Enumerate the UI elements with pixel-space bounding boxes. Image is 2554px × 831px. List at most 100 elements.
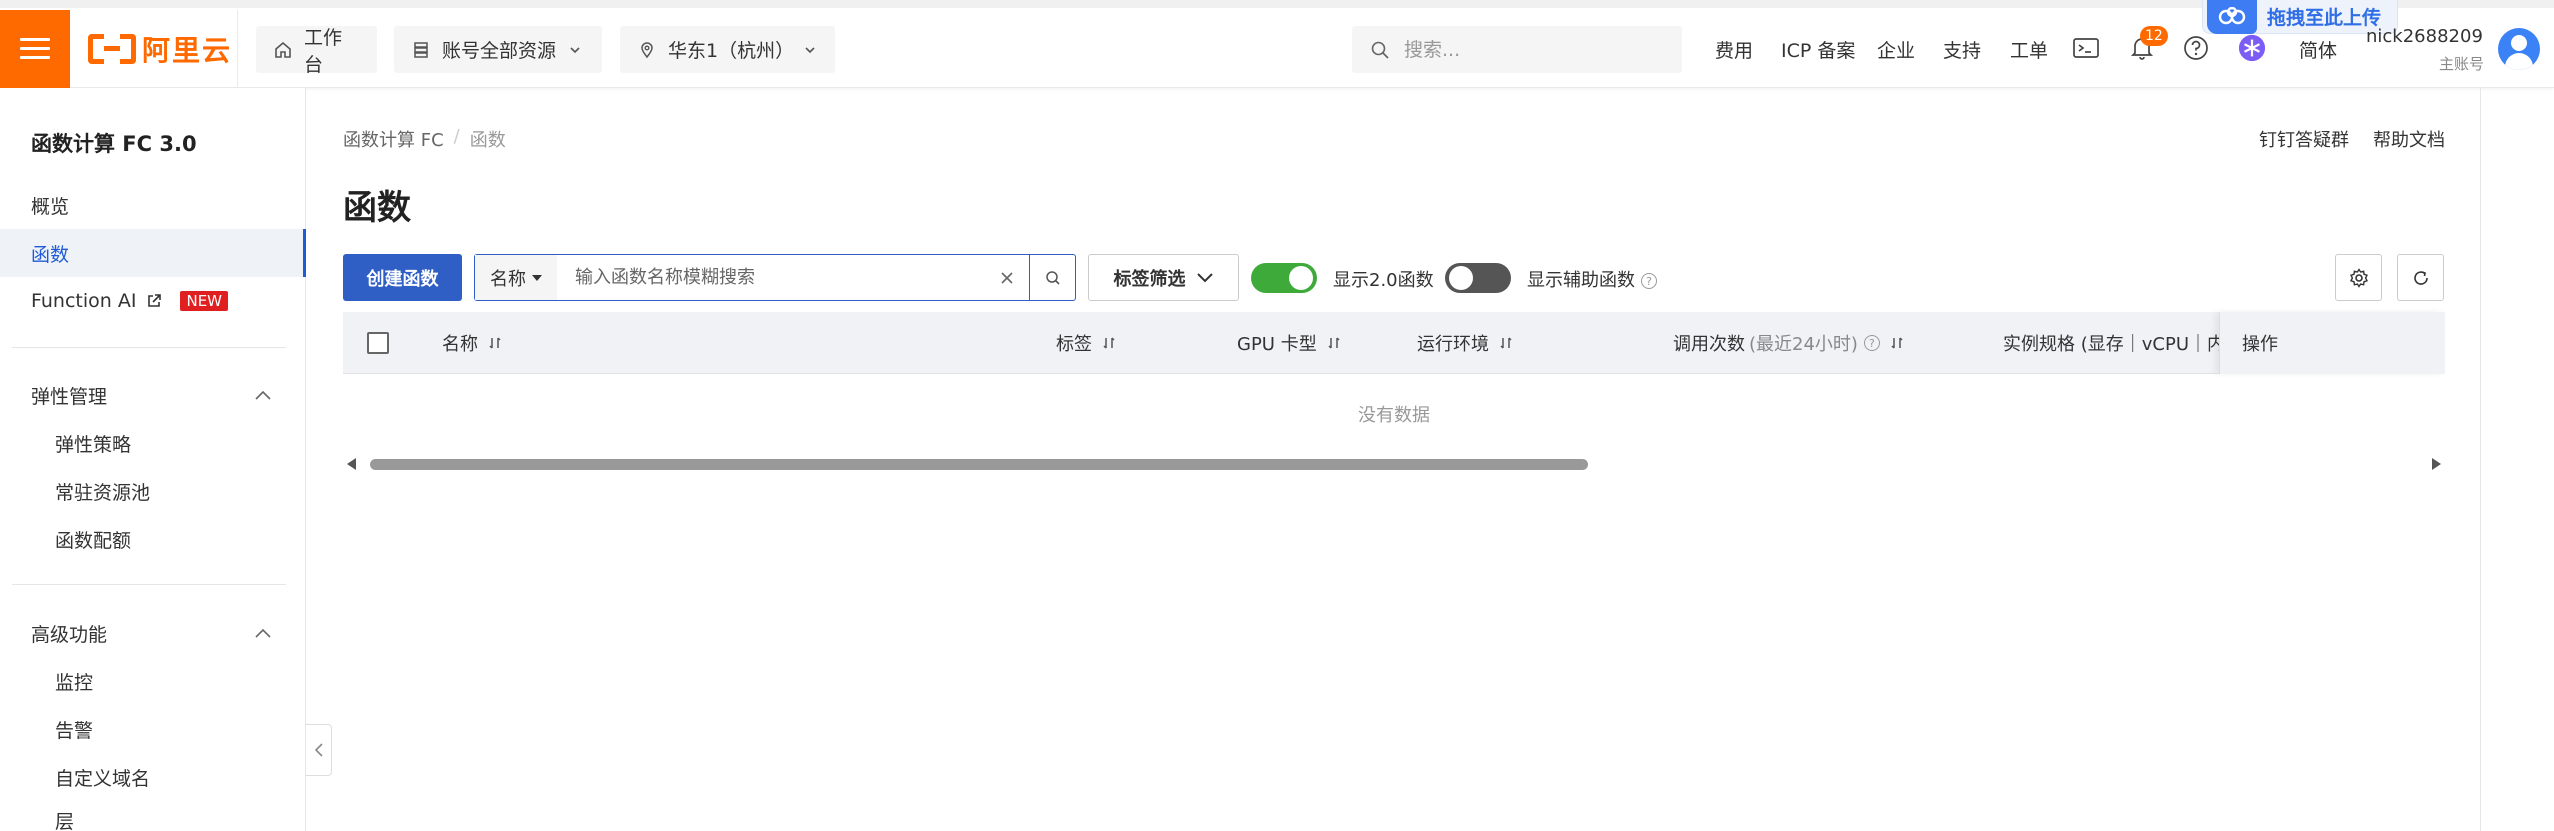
home-icon bbox=[275, 41, 291, 58]
sidebar-item-label: 概览 bbox=[31, 195, 70, 218]
sort-icon[interactable] bbox=[1890, 336, 1904, 350]
show-v2-functions-label: 显示2.0函数 bbox=[1333, 270, 1434, 291]
show-v2-functions-toggle[interactable] bbox=[1251, 263, 1317, 293]
nav-link-support[interactable]: 支持 bbox=[1943, 36, 1981, 63]
help-icon[interactable]: ? bbox=[1863, 335, 1880, 351]
sidebar-item-functions[interactable]: 函数 bbox=[0, 229, 306, 277]
dingtalk-group-link[interactable]: 钉钉答疑群 bbox=[2259, 126, 2349, 152]
sidebar-item-function-quota[interactable]: 函数配额 bbox=[0, 515, 306, 563]
column-label: 标签 bbox=[1056, 334, 1092, 355]
workbench-button[interactable]: 工作台 bbox=[256, 26, 377, 76]
workbench-label: 工作台 bbox=[304, 26, 343, 76]
sidebar-item-alerts[interactable]: 告警 bbox=[0, 705, 306, 753]
region-dropdown[interactable]: 华东1（杭州） bbox=[620, 26, 835, 73]
scroll-right-arrow-icon[interactable] bbox=[2432, 458, 2441, 470]
search-field-select[interactable]: 名称 bbox=[475, 255, 557, 300]
nav-link-icp[interactable]: ICP 备案 bbox=[1781, 36, 1855, 63]
divider bbox=[12, 347, 286, 348]
top-navigation-bar: 阿里云 工作台 账号全部资源 华东1（杭州） 费用 ICP 备案 企业 支持 工… bbox=[0, 0, 2554, 88]
close-icon bbox=[1001, 271, 1013, 284]
sidebar-collapse-button[interactable] bbox=[306, 724, 332, 776]
gear-icon bbox=[2349, 267, 2368, 288]
avatar[interactable] bbox=[2498, 28, 2540, 70]
nav-link-tickets[interactable]: 工单 bbox=[2010, 36, 2048, 63]
ai-assistant-icon[interactable] bbox=[2238, 34, 2266, 62]
aliyun-logo[interactable]: 阿里云 bbox=[88, 26, 232, 72]
sidebar-item-layers[interactable]: 层 bbox=[0, 801, 306, 831]
column-label: GPU 卡型 bbox=[1237, 334, 1317, 355]
column-label: 调用次数 bbox=[1673, 334, 1745, 355]
sort-icon[interactable] bbox=[1102, 336, 1116, 350]
table-settings-button[interactable] bbox=[2335, 254, 2382, 301]
scrollbar-thumb[interactable] bbox=[370, 459, 1588, 470]
help-icon[interactable]: ? bbox=[1641, 273, 1657, 289]
column-header-runtime[interactable]: 运行环境 bbox=[1417, 312, 1513, 374]
table-empty-state: 没有数据 bbox=[1358, 405, 1430, 426]
sidebar-item-label: 层 bbox=[55, 811, 75, 831]
hamburger-icon bbox=[20, 38, 50, 60]
sidebar-item-resource-pool[interactable]: 常驻资源池 bbox=[0, 467, 306, 515]
global-search[interactable] bbox=[1352, 26, 1682, 73]
clear-search-button[interactable] bbox=[985, 255, 1029, 300]
column-header-gpu-type[interactable]: GPU 卡型 bbox=[1237, 312, 1341, 374]
chevron-up-icon bbox=[255, 390, 271, 400]
sidebar-group-label: 高级功能 bbox=[31, 623, 108, 646]
global-search-input[interactable] bbox=[1404, 38, 1644, 61]
sort-icon[interactable] bbox=[1327, 336, 1341, 350]
terminal-icon[interactable] bbox=[2072, 34, 2100, 62]
column-header-actions: 操作 bbox=[2219, 312, 2445, 374]
chevron-down-icon bbox=[805, 46, 815, 53]
column-label: 实例规格 (显存｜vCPU｜内存 bbox=[2003, 334, 2219, 355]
nav-link-billing[interactable]: 费用 bbox=[1715, 36, 1753, 63]
sort-icon[interactable] bbox=[488, 336, 502, 350]
logo-text: 阿里云 bbox=[142, 34, 233, 67]
sort-icon[interactable] bbox=[1499, 336, 1513, 350]
account-name: nick2688209... bbox=[2366, 26, 2484, 47]
help-icon[interactable] bbox=[2182, 34, 2210, 62]
breadcrumb-item-fc[interactable]: 函数计算 FC bbox=[343, 126, 444, 152]
nav-link-enterprise[interactable]: 企业 bbox=[1877, 36, 1915, 63]
search-field-label: 名称 bbox=[490, 268, 526, 290]
column-label: 名称 bbox=[442, 334, 478, 355]
column-header-invocations[interactable]: 调用次数 (最近24小时) ? bbox=[1673, 312, 1904, 374]
table-horizontal-scrollbar[interactable] bbox=[343, 453, 2445, 475]
account-resources-dropdown[interactable]: 账号全部资源 bbox=[394, 26, 602, 73]
hamburger-menu-button[interactable] bbox=[0, 10, 70, 88]
tag-filter-dropdown[interactable]: 标签筛选 bbox=[1088, 254, 1239, 301]
column-header-name[interactable]: 名称 bbox=[442, 312, 502, 374]
function-search-group: 名称 bbox=[474, 254, 1076, 301]
account-resources-label: 账号全部资源 bbox=[442, 40, 557, 62]
sidebar-item-label: 函数 bbox=[31, 243, 70, 266]
divider bbox=[237, 10, 238, 88]
sidebar-item-label: 自定义域名 bbox=[55, 767, 151, 790]
account-info[interactable]: nick2688209... 主账号 bbox=[2366, 26, 2484, 74]
show-aux-functions-toggle[interactable] bbox=[1445, 263, 1511, 293]
sidebar-item-function-ai[interactable]: Function AI NEW bbox=[0, 277, 306, 325]
chevron-down-icon bbox=[1196, 272, 1213, 282]
chevron-down-icon bbox=[570, 46, 580, 53]
help-docs-link[interactable]: 帮助文档 bbox=[2373, 126, 2445, 152]
column-header-tags[interactable]: 标签 bbox=[1056, 312, 1116, 374]
breadcrumb-item-current: 函数 bbox=[469, 130, 506, 151]
sidebar-item-monitoring[interactable]: 监控 bbox=[0, 657, 306, 705]
sidebar-group-elastic[interactable]: 弹性管理 bbox=[0, 371, 306, 419]
function-search-input[interactable] bbox=[557, 255, 985, 300]
column-label: 操作 bbox=[2242, 334, 2278, 355]
divider bbox=[12, 584, 286, 585]
search-icon bbox=[1371, 41, 1389, 59]
sidebar-item-label: 告警 bbox=[55, 719, 94, 742]
select-all-checkbox[interactable] bbox=[367, 332, 389, 354]
functions-table-header: 名称 标签 GPU 卡型 运行环境 调用次数 (最近24小时) ? 实例规格 (… bbox=[343, 312, 2445, 374]
create-function-button[interactable]: 创建函数 bbox=[343, 254, 462, 301]
sidebar-item-overview[interactable]: 概览 bbox=[0, 181, 306, 229]
language-switch[interactable]: 简体 bbox=[2299, 36, 2337, 63]
refresh-button[interactable] bbox=[2397, 254, 2444, 301]
breadcrumb-separator: / bbox=[453, 126, 460, 147]
top-strip bbox=[0, 0, 2554, 8]
sidebar-item-custom-domain[interactable]: 自定义域名 bbox=[0, 753, 306, 801]
search-submit-button[interactable] bbox=[1029, 255, 1075, 300]
chevron-up-icon bbox=[255, 628, 271, 638]
scroll-left-arrow-icon[interactable] bbox=[347, 458, 356, 470]
sidebar-item-elastic-policy[interactable]: 弹性策略 bbox=[0, 419, 306, 467]
sidebar-group-advanced[interactable]: 高级功能 bbox=[0, 609, 306, 657]
